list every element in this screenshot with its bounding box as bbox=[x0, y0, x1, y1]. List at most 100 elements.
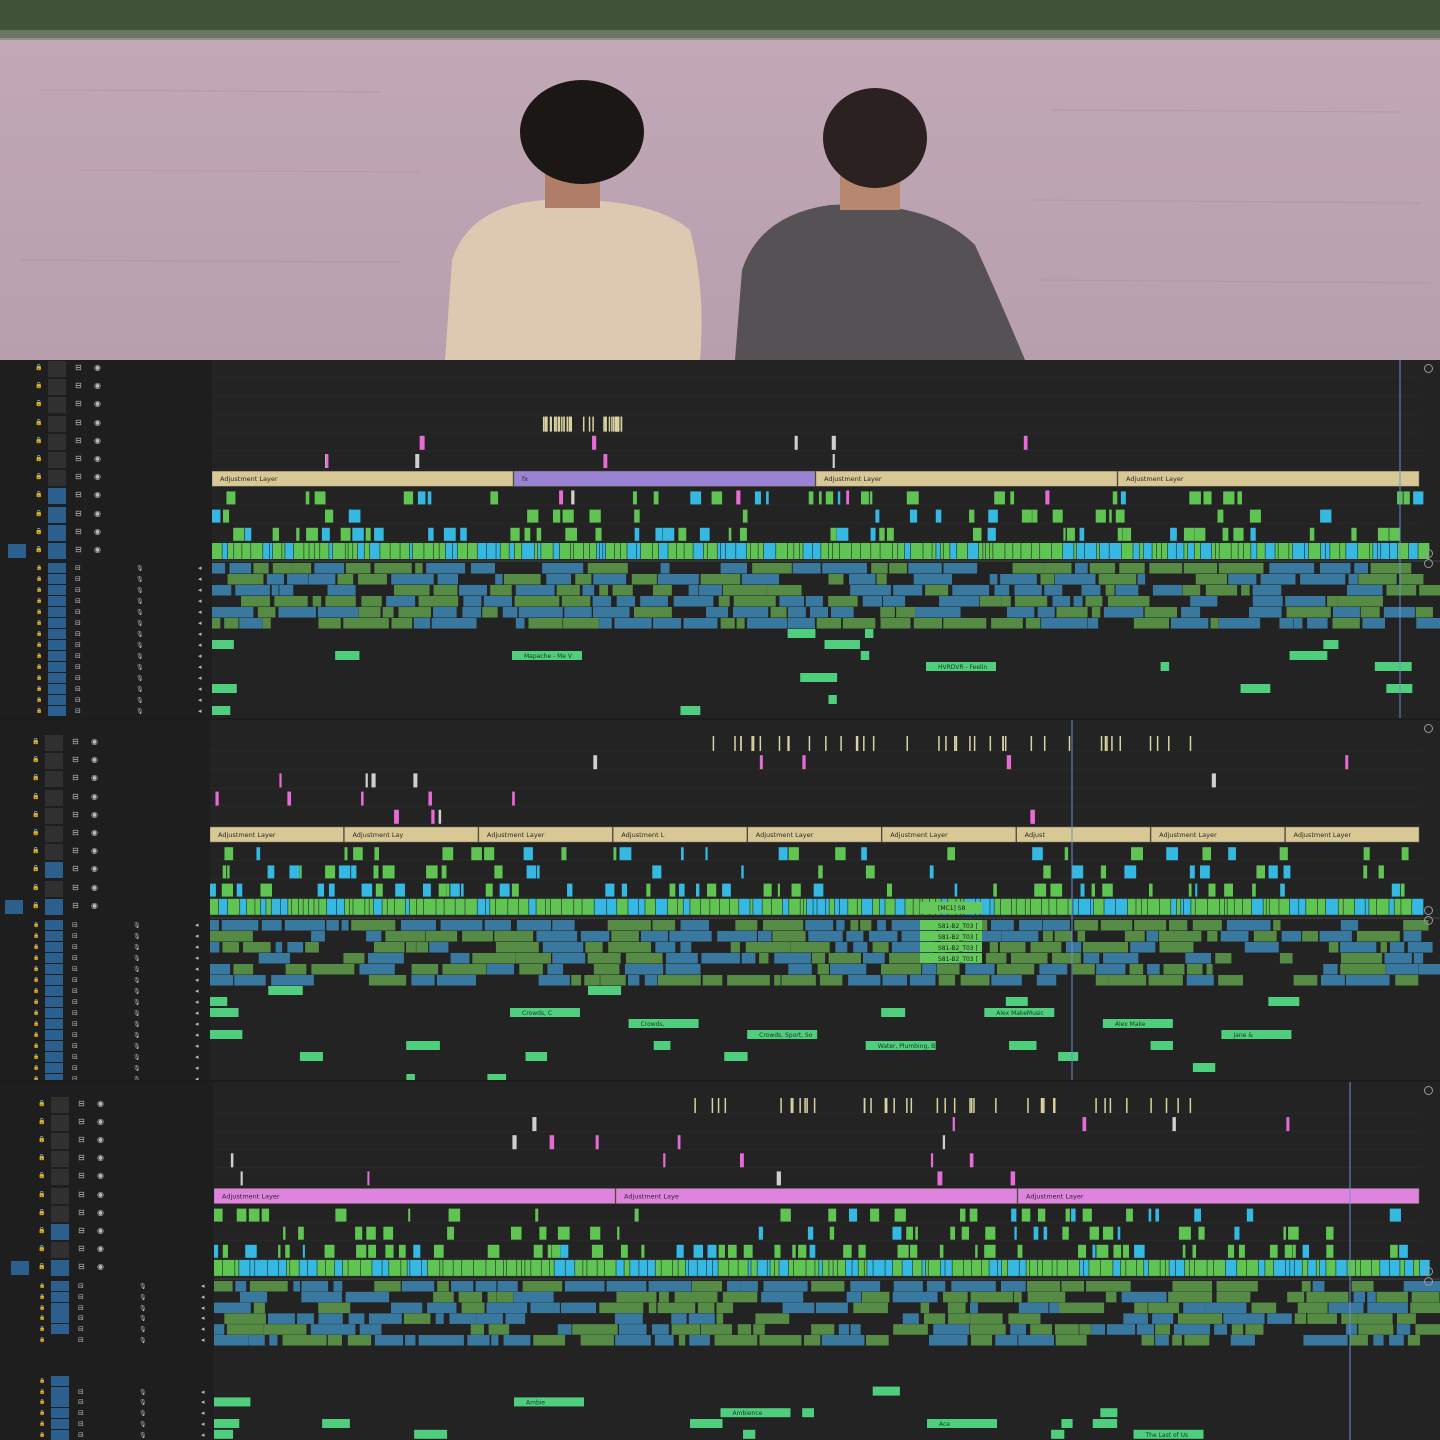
audio-clip[interactable] bbox=[263, 1324, 307, 1335]
mic-icon[interactable]: 🎙 bbox=[133, 965, 141, 974]
sync-lock-icon[interactable]: ⊟ bbox=[72, 954, 78, 963]
video-clip[interactable] bbox=[298, 898, 303, 915]
video-clip[interactable] bbox=[913, 898, 920, 915]
audio-clip[interactable] bbox=[1190, 596, 1218, 607]
video-clip[interactable] bbox=[729, 898, 739, 915]
sync-lock-icon[interactable]: ⊟ bbox=[75, 619, 81, 628]
video-clip[interactable] bbox=[988, 509, 998, 523]
subtitle-clip[interactable] bbox=[734, 736, 736, 751]
audio-clip[interactable] bbox=[640, 931, 668, 942]
vfx-clip[interactable] bbox=[937, 1171, 943, 1186]
audio-clip[interactable] bbox=[1173, 1324, 1210, 1335]
video-clip[interactable] bbox=[906, 491, 919, 505]
video-clip[interactable] bbox=[405, 898, 410, 915]
track-target-a1[interactable] bbox=[48, 563, 66, 573]
video-clip[interactable] bbox=[985, 1226, 996, 1240]
audio-clip[interactable] bbox=[212, 585, 232, 596]
audio-clip[interactable] bbox=[406, 1074, 415, 1080]
audio-clip[interactable] bbox=[1332, 618, 1360, 629]
lock-icon[interactable]: 🔒 bbox=[38, 1153, 45, 1163]
video-clip[interactable] bbox=[541, 1259, 550, 1276]
audio-clip[interactable] bbox=[699, 585, 722, 596]
video-clip[interactable] bbox=[1400, 1259, 1405, 1276]
video-clip[interactable] bbox=[892, 1226, 902, 1240]
video-clip[interactable] bbox=[861, 491, 869, 505]
subtitle-clip[interactable] bbox=[555, 416, 557, 432]
audio-clip[interactable] bbox=[210, 964, 231, 975]
audio-clip[interactable] bbox=[1030, 1324, 1052, 1335]
track-target-a6[interactable] bbox=[45, 975, 63, 985]
vfx-clip[interactable] bbox=[1286, 1117, 1290, 1132]
vfx-clip[interactable] bbox=[394, 809, 399, 824]
subtitle-clip[interactable] bbox=[893, 1098, 895, 1113]
video-clip[interactable] bbox=[444, 898, 455, 915]
audio-clip[interactable] bbox=[1181, 607, 1201, 618]
audio-clip[interactable] bbox=[937, 964, 960, 975]
subtitle-clip[interactable] bbox=[1106, 736, 1108, 751]
video-clip[interactable] bbox=[707, 1244, 717, 1258]
video-clip[interactable] bbox=[261, 1208, 270, 1222]
audio-clip[interactable] bbox=[1332, 607, 1360, 618]
audio-clip[interactable] bbox=[1037, 607, 1055, 618]
video-clip[interactable] bbox=[993, 883, 997, 897]
audio-clip[interactable] bbox=[1129, 964, 1144, 975]
video-clip[interactable] bbox=[885, 898, 895, 915]
video-clip[interactable] bbox=[1222, 527, 1229, 541]
video-clip[interactable] bbox=[511, 1226, 522, 1240]
audio-clip[interactable] bbox=[716, 1302, 734, 1314]
video-clip[interactable] bbox=[886, 527, 894, 541]
video-clip[interactable] bbox=[1063, 527, 1066, 541]
track-target-a12[interactable] bbox=[48, 684, 66, 694]
audio-clip[interactable] bbox=[1096, 964, 1126, 975]
video-clip[interactable] bbox=[902, 1259, 913, 1276]
video-clip[interactable] bbox=[851, 543, 861, 559]
lock-icon[interactable]: 🔒 bbox=[36, 641, 42, 650]
audio-clip[interactable] bbox=[1337, 596, 1383, 607]
subtitle-clip[interactable] bbox=[790, 1098, 793, 1113]
video-clip[interactable] bbox=[858, 1259, 864, 1276]
video-clip[interactable] bbox=[619, 847, 632, 861]
vfx-clip[interactable] bbox=[846, 490, 850, 505]
video-clip[interactable] bbox=[1336, 1259, 1347, 1276]
video-clip[interactable] bbox=[835, 847, 846, 861]
audio-clip[interactable] bbox=[1133, 618, 1170, 629]
audio-clip[interactable] bbox=[279, 585, 294, 596]
video-clip[interactable] bbox=[885, 1259, 893, 1276]
eye-icon[interactable]: ◉ bbox=[97, 1244, 104, 1254]
video-clip[interactable] bbox=[1198, 1226, 1205, 1240]
audio-clip[interactable] bbox=[1192, 1063, 1216, 1072]
audio-clip[interactable] bbox=[763, 920, 804, 931]
video-clip[interactable] bbox=[867, 1259, 873, 1276]
audio-clip[interactable] bbox=[1249, 607, 1282, 618]
video-clip[interactable] bbox=[750, 543, 758, 559]
audio-clip[interactable] bbox=[680, 920, 710, 931]
audio-clip[interactable] bbox=[413, 618, 431, 629]
video-clip[interactable] bbox=[251, 543, 263, 559]
video-clip[interactable] bbox=[364, 543, 370, 559]
lock-icon[interactable]: 🔒 bbox=[36, 652, 42, 661]
video-clip[interactable] bbox=[1377, 527, 1389, 541]
video-clip[interactable] bbox=[496, 543, 500, 559]
video-clip[interactable] bbox=[424, 543, 434, 559]
video-clip[interactable] bbox=[989, 1259, 998, 1276]
audio-clip[interactable] bbox=[406, 1041, 440, 1050]
audio-clip[interactable] bbox=[1095, 975, 1109, 986]
video-clip[interactable] bbox=[452, 543, 458, 559]
audio-clip[interactable] bbox=[767, 585, 802, 596]
subtitle-clip[interactable] bbox=[792, 1098, 794, 1113]
audio-clip[interactable] bbox=[1358, 1324, 1394, 1335]
video-clip[interactable] bbox=[703, 543, 707, 559]
video-clip[interactable] bbox=[484, 847, 495, 861]
video-clip[interactable] bbox=[1082, 1208, 1092, 1222]
track-volume-icon[interactable]: ◂ bbox=[201, 1388, 205, 1397]
audio-clip[interactable] bbox=[1058, 1302, 1105, 1314]
audio-clip[interactable] bbox=[1152, 1313, 1174, 1324]
audio-clip[interactable] bbox=[1098, 574, 1137, 585]
track-volume-icon[interactable]: ◂ bbox=[195, 965, 199, 974]
audio-clip[interactable] bbox=[922, 964, 937, 975]
audio-clip[interactable] bbox=[1103, 953, 1139, 964]
audio-clip[interactable] bbox=[253, 563, 269, 574]
audio-clip[interactable] bbox=[318, 618, 341, 629]
audio-clip[interactable] bbox=[440, 920, 483, 931]
audio-clip[interactable] bbox=[484, 920, 511, 931]
